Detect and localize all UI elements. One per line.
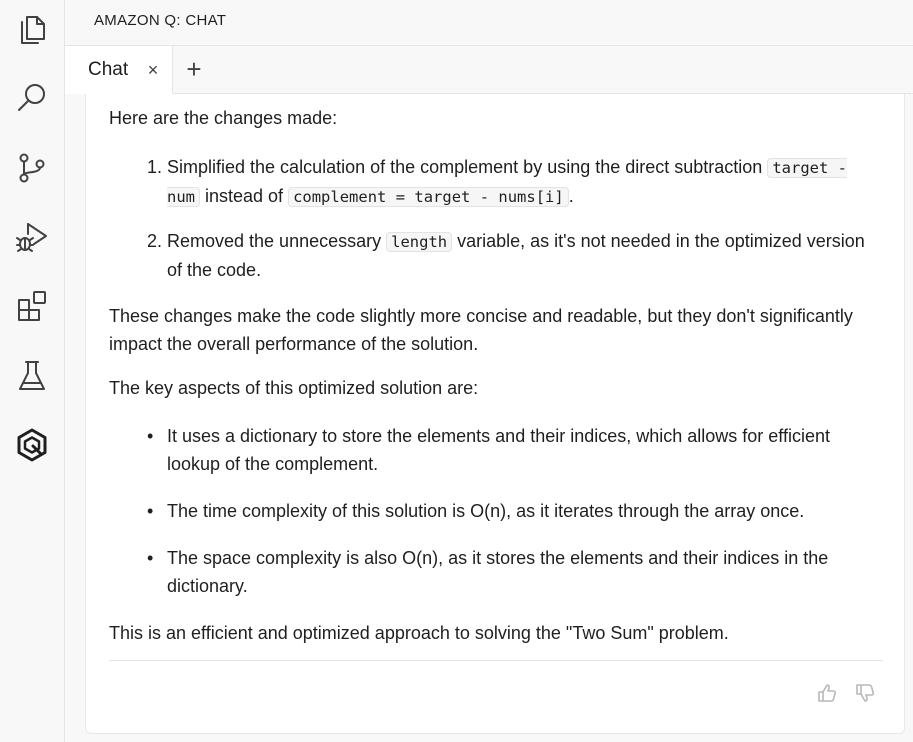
bullet: • bbox=[147, 548, 154, 568]
message-paragraph: This is an efficient and optimized appro… bbox=[109, 623, 729, 643]
panel-title: AMAZON Q: CHAT bbox=[94, 12, 227, 29]
list-number: 2. bbox=[147, 231, 163, 251]
amazon-q-icon[interactable] bbox=[0, 417, 64, 473]
bullet-text: It uses a dictionary to store the elemen… bbox=[167, 426, 831, 474]
explorer-icon[interactable] bbox=[0, 2, 64, 58]
close-icon[interactable]: × bbox=[145, 60, 161, 80]
inline-code: length bbox=[386, 232, 453, 252]
message-paragraph: The key aspects of this optimized soluti… bbox=[109, 378, 479, 398]
bullet: • bbox=[147, 426, 154, 446]
add-tab-button[interactable]: + bbox=[181, 56, 207, 82]
inline-code: complement = target - nums[i] bbox=[288, 187, 569, 207]
list-item-text: Removed the unnecessary length variable,… bbox=[167, 227, 877, 284]
chat-message-card: Here are the changes made: 1. Simplified… bbox=[85, 94, 905, 734]
message-paragraph: These changes make the code slightly mor… bbox=[109, 306, 853, 354]
bullet-text: The space complexity is also O(n), as it… bbox=[167, 548, 829, 596]
panel-header: AMAZON Q: CHAT bbox=[65, 0, 913, 46]
run-debug-icon[interactable] bbox=[0, 208, 64, 264]
tab-bar: Chat × + bbox=[65, 46, 913, 94]
tab-chat[interactable]: Chat × bbox=[65, 46, 173, 94]
text-segment: Simplified the calculation of the comple… bbox=[167, 157, 768, 177]
source-control-icon[interactable] bbox=[0, 140, 64, 196]
list-item-text: Simplified the calculation of the comple… bbox=[167, 153, 877, 211]
text-segment: . bbox=[568, 186, 574, 206]
text-segment: instead of bbox=[200, 186, 289, 206]
thumbs-up-icon[interactable] bbox=[816, 682, 838, 704]
activity-bar bbox=[0, 0, 65, 742]
thumbs-down-icon[interactable] bbox=[854, 682, 876, 704]
chat-area: Here are the changes made: 1. Simplified… bbox=[65, 94, 913, 742]
list-number: 1. bbox=[147, 157, 163, 177]
search-icon[interactable] bbox=[0, 70, 64, 126]
divider bbox=[109, 660, 883, 661]
bullet: • bbox=[147, 501, 154, 521]
text-segment: Removed the unnecessary bbox=[167, 231, 387, 251]
bullet-text: The time complexity of this solution is … bbox=[167, 501, 805, 521]
message-intro: Here are the changes made: bbox=[109, 108, 338, 128]
extensions-icon[interactable] bbox=[0, 278, 64, 334]
testing-icon[interactable] bbox=[0, 348, 64, 404]
tab-label: Chat bbox=[88, 58, 129, 80]
